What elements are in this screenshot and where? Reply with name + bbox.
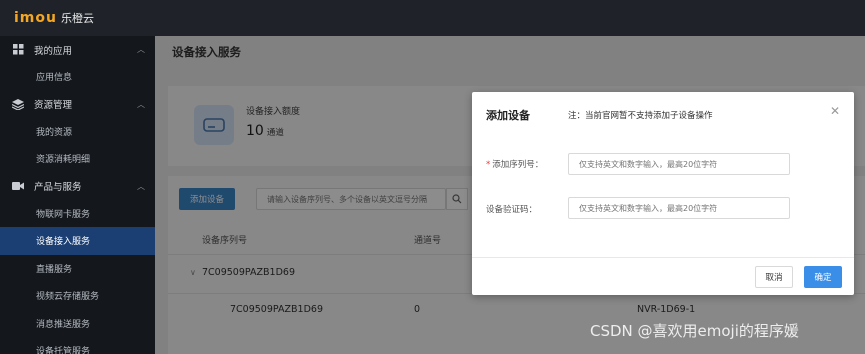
add-device-dialog: 添加设备 注：当前官网暂不支持添加子设备操作 ✕ *添加序列号： 设备验证码： …: [472, 92, 854, 295]
sidebar: 我的应用 ︿ 应用信息 资源管理 ︿ 我的资源 资源消耗明细 产品与服务 ︿ 物…: [0, 36, 155, 354]
sidebar-group-label: 资源管理: [34, 100, 73, 111]
sidebar-item-app-info[interactable]: 应用信息: [0, 63, 155, 91]
serial-input[interactable]: [568, 153, 790, 175]
chevron-up-icon: ︿: [137, 45, 145, 54]
verify-code-input[interactable]: [568, 197, 790, 219]
sidebar-item-resource-usage[interactable]: 资源消耗明细: [0, 145, 155, 173]
sidebar-item-hosting[interactable]: 设备托管服务: [0, 337, 155, 354]
sidebar-group-label: 产品与服务: [34, 182, 82, 193]
required-mark: *: [486, 160, 491, 170]
top-bar: imou 乐橙云: [0, 0, 865, 36]
sidebar-item-my-resources[interactable]: 我的资源: [0, 118, 155, 146]
sidebar-item-live[interactable]: 直播服务: [0, 255, 155, 283]
cancel-button[interactable]: 取消: [755, 266, 793, 288]
camera-icon: [12, 180, 24, 192]
sidebar-item-device-access[interactable]: 设备接入服务: [0, 227, 155, 255]
chevron-up-icon: ︿: [137, 99, 145, 109]
sidebar-group-label: 我的应用: [34, 45, 73, 57]
confirm-button[interactable]: 确定: [804, 266, 842, 288]
brand-name: 乐橙云: [60, 12, 94, 25]
sidebar-item-iot-card[interactable]: 物联网卡服务: [0, 200, 155, 228]
sidebar-group-my-apps[interactable]: 我的应用 ︿: [0, 36, 155, 63]
imou-logo[interactable]: imou: [14, 10, 57, 26]
layers-icon: [12, 98, 24, 110]
serial-label: * 添加序列号：: [486, 158, 543, 170]
grid-icon: [12, 44, 24, 56]
chevron-up-icon: ︿: [137, 181, 145, 191]
sidebar-item-push[interactable]: 消息推送服务: [0, 310, 155, 338]
close-icon[interactable]: ✕: [830, 104, 840, 118]
dialog-note: 注：当前官网暂不支持添加子设备操作: [568, 111, 713, 121]
divider: [472, 257, 854, 258]
watermark: CSDN @喜欢用emoji的程序媛: [590, 322, 799, 340]
serial-label-text: 添加序列号：: [492, 160, 544, 170]
dialog-title: 添加设备: [486, 109, 530, 122]
sidebar-item-cloud-storage[interactable]: 视频云存储服务: [0, 282, 155, 310]
sidebar-group-resources[interactable]: 资源管理 ︿: [0, 91, 155, 118]
sidebar-group-products[interactable]: 产品与服务 ︿: [0, 173, 155, 200]
verify-code-label: 设备验证码：: [486, 205, 538, 215]
